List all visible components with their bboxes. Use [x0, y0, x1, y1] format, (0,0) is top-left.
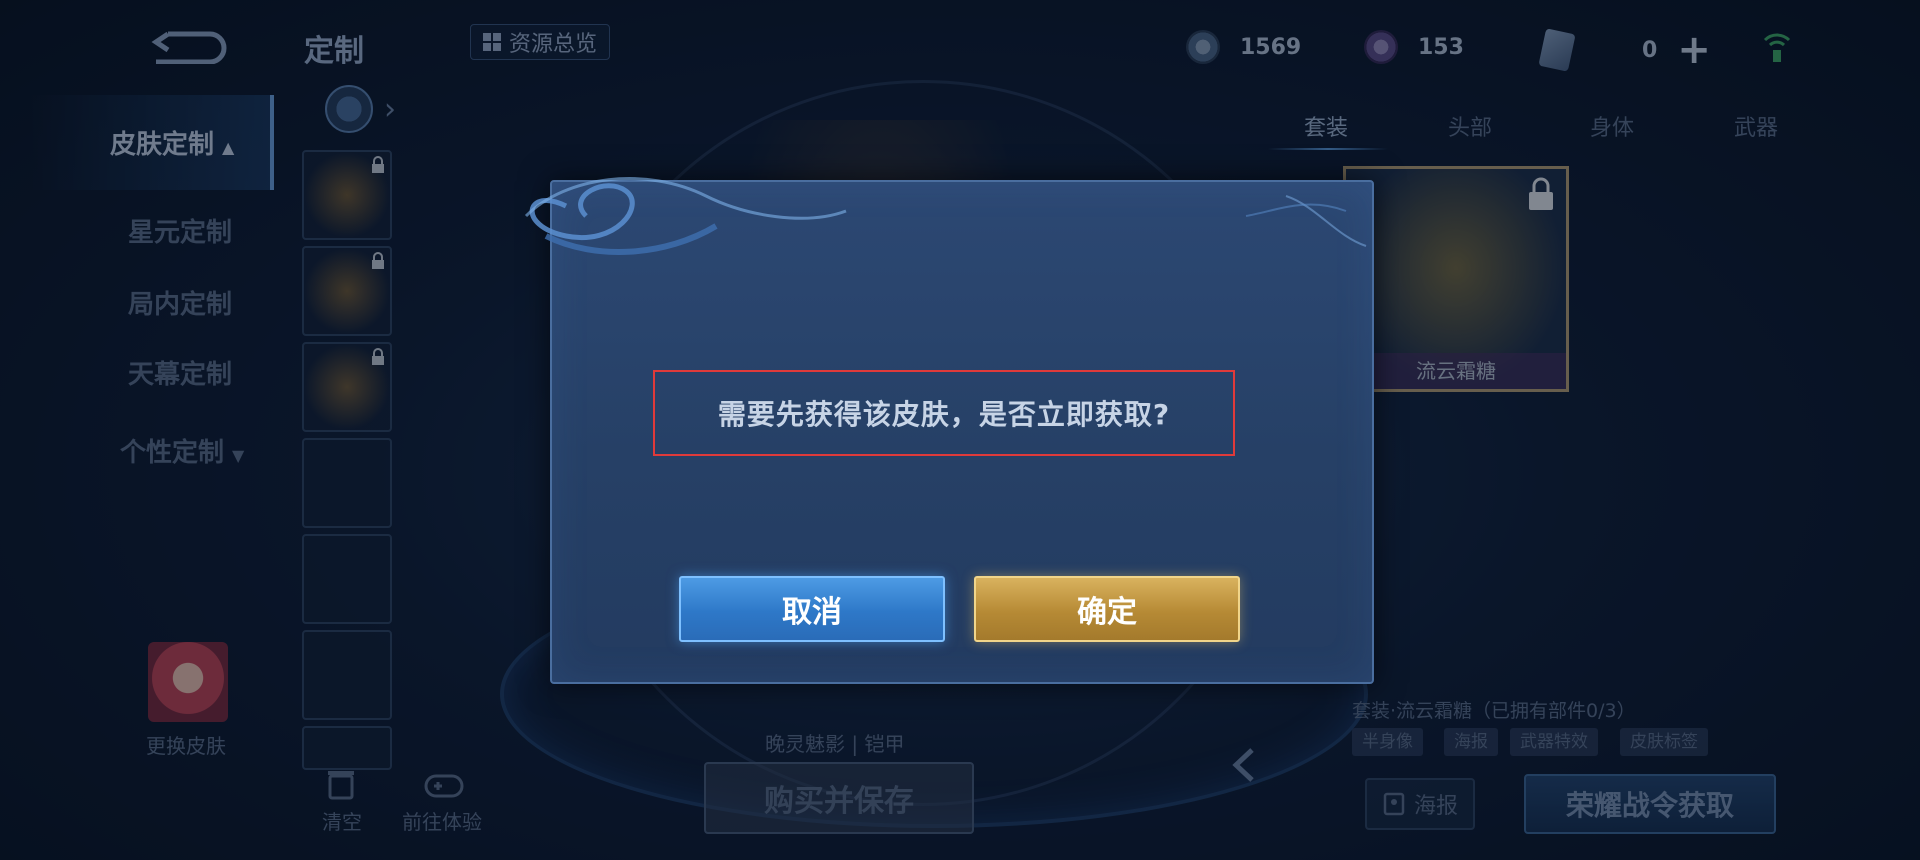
dialog-message-box: 需要先获得该皮肤，是否立即获取?: [653, 370, 1235, 456]
dialog-message: 需要先获得该皮肤，是否立即获取?: [717, 398, 1171, 431]
cancel-button[interactable]: 取消: [679, 576, 945, 642]
confirm-button[interactable]: 确定: [974, 576, 1240, 642]
